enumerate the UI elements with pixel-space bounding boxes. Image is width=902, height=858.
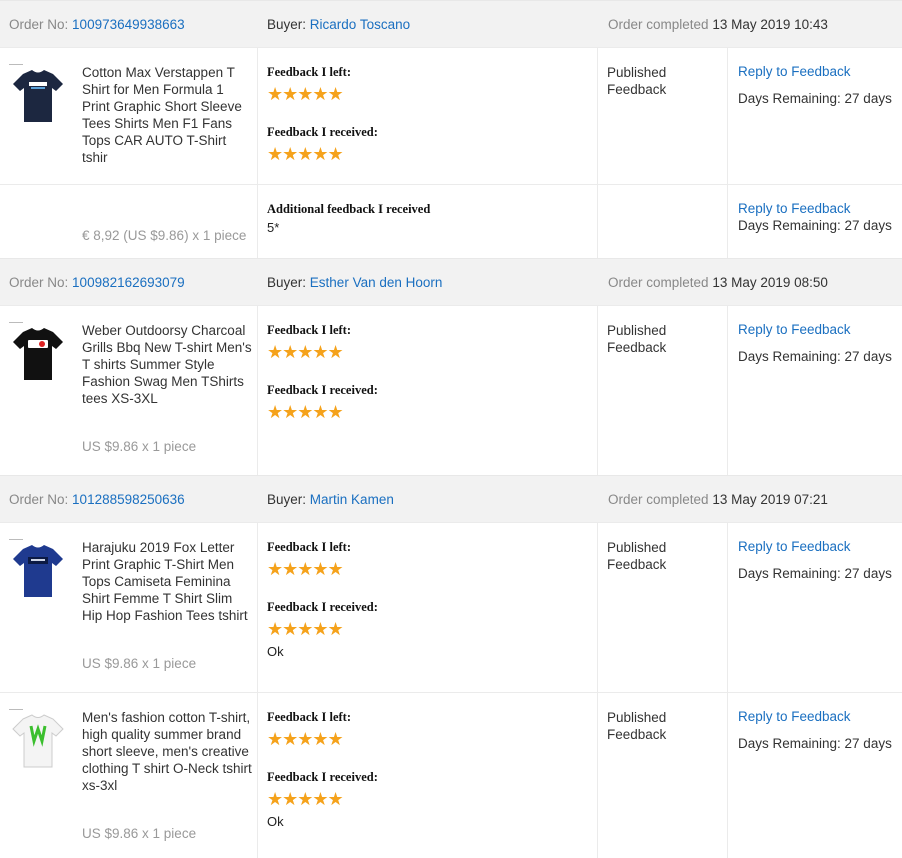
product-price: US $9.86 x 1 piece xyxy=(82,439,197,454)
order-number: Order No: 100982162693079 xyxy=(9,275,185,290)
feedback-status: Published Feedback xyxy=(607,65,667,97)
feedback-received-stars: ★★★★★ xyxy=(267,144,344,164)
feedback-cell: Feedback I left: ★★★★★ Feedback I receiv… xyxy=(258,693,598,858)
product-thumbnail[interactable] xyxy=(9,709,67,773)
product-title[interactable]: Weber Outdoorsy Charcoal Grills Bbq New … xyxy=(82,322,254,407)
feedback-received-stars: ★★★★★ xyxy=(267,402,344,422)
status-cell: Published Feedback xyxy=(598,306,728,475)
feedback-status: Published Feedback xyxy=(607,540,667,572)
product-title[interactable]: Cotton Max Verstappen T Shirt for Men Fo… xyxy=(82,64,254,166)
product-title[interactable]: Harajuku 2019 Fox Letter Print Graphic T… xyxy=(82,539,254,624)
feedback-received-stars: ★★★★★ xyxy=(267,789,344,809)
buyer: Buyer: Martin Kamen xyxy=(267,492,394,507)
action-cell: Reply to Feedback Days Remaining: 27 day… xyxy=(728,185,902,258)
action-cell: Reply to Feedback Days Remaining: 27 day… xyxy=(728,693,902,858)
status-cell: Published Feedback xyxy=(598,693,728,858)
status-cell: Published Feedback xyxy=(598,48,728,184)
reply-to-feedback-link[interactable]: Reply to Feedback xyxy=(738,201,851,216)
status-cell xyxy=(598,185,728,258)
feedback-left-label: Feedback I left: xyxy=(267,710,352,724)
reply-to-feedback-link[interactable]: Reply to Feedback xyxy=(738,322,851,337)
order-item-row: Weber Outdoorsy Charcoal Grills Bbq New … xyxy=(0,305,902,475)
additional-feedback-label: Additional feedback I received xyxy=(267,202,431,216)
buyer-link[interactable]: Esther Van den Hoorn xyxy=(310,275,443,290)
buyer: Buyer: Esther Van den Hoorn xyxy=(267,275,443,290)
reply-to-feedback-link[interactable]: Reply to Feedback xyxy=(738,709,851,724)
feedback-left-label: Feedback I left: xyxy=(267,65,352,79)
feedback-cell: Feedback I left: ★★★★★ Feedback I receiv… xyxy=(258,523,598,692)
feedback-left-label: Feedback I left: xyxy=(267,540,352,554)
product-cell: Men's fashion cotton T-shirt, high quali… xyxy=(0,693,258,858)
days-remaining: Days Remaining: 27 days xyxy=(738,218,892,233)
additional-feedback-cell: Additional feedback I received 5* xyxy=(258,185,598,258)
product-thumbnail[interactable] xyxy=(9,64,67,128)
feedback-left-stars: ★★★★★ xyxy=(267,84,344,104)
days-remaining: Days Remaining: 27 days xyxy=(738,736,892,751)
additional-feedback-text: 5* xyxy=(267,220,280,235)
order-number-link[interactable]: 100982162693079 xyxy=(72,275,185,290)
order-header: Order No: 101288598250636 Buyer: Martin … xyxy=(0,475,902,522)
order-header: Order No: 100982162693079 Buyer: Esther … xyxy=(0,258,902,305)
feedback-received-label: Feedback I received: xyxy=(267,600,378,614)
feedback-left-stars: ★★★★★ xyxy=(267,729,344,749)
action-cell: Reply to Feedback Days Remaining: 27 day… xyxy=(728,48,902,184)
reply-to-feedback-link[interactable]: Reply to Feedback xyxy=(738,539,851,554)
feedback-cell: Feedback I left: ★★★★★ Feedback I receiv… xyxy=(258,306,598,475)
days-remaining: Days Remaining: 27 days xyxy=(738,91,892,106)
feedback-cell: Feedback I left: ★★★★★ Feedback I receiv… xyxy=(258,48,598,184)
order-item-row: Harajuku 2019 Fox Letter Print Graphic T… xyxy=(0,522,902,692)
feedback-received-label: Feedback I received: xyxy=(267,383,378,397)
product-thumbnail[interactable] xyxy=(9,539,67,603)
feedback-status: Published Feedback xyxy=(607,323,667,355)
order-item-row: Cotton Max Verstappen T Shirt for Men Fo… xyxy=(0,47,902,258)
feedback-left-stars: ★★★★★ xyxy=(267,342,344,362)
feedback-status: Published Feedback xyxy=(607,710,667,742)
action-cell: Reply to Feedback Days Remaining: 27 day… xyxy=(728,306,902,475)
buyer: Buyer: Ricardo Toscano xyxy=(267,17,411,32)
order-number: Order No: 101288598250636 xyxy=(9,492,185,507)
feedback-received-label: Feedback I received: xyxy=(267,125,378,139)
order-number: Order No: 100973649938663 xyxy=(9,17,185,32)
feedback-left-label: Feedback I left: xyxy=(267,323,352,337)
product-price: US $9.86 x 1 piece xyxy=(82,656,197,671)
days-remaining: Days Remaining: 27 days xyxy=(738,349,892,364)
feedback-received-comment: Ok xyxy=(267,814,284,829)
product-cell: Weber Outdoorsy Charcoal Grills Bbq New … xyxy=(0,306,258,475)
order-completed: Order completed 13 May 2019 07:21 xyxy=(608,492,828,507)
order-completed: Order completed 13 May 2019 10:43 xyxy=(608,17,828,32)
buyer-link[interactable]: Ricardo Toscano xyxy=(310,17,410,32)
additional-feedback-row: Additional feedback I received 5* Reply … xyxy=(0,184,902,258)
status-cell: Published Feedback xyxy=(598,523,728,692)
feedback-received-comment: Ok xyxy=(267,644,284,659)
product-thumbnail[interactable] xyxy=(9,322,67,386)
feedback-received-stars: ★★★★★ xyxy=(267,619,344,639)
product-cell: Harajuku 2019 Fox Letter Print Graphic T… xyxy=(0,523,258,692)
order-header: Order No: 100973649938663 Buyer: Ricardo… xyxy=(0,0,902,47)
product-price: US $9.86 x 1 piece xyxy=(82,826,197,841)
order-completed: Order completed 13 May 2019 08:50 xyxy=(608,275,828,290)
order-number-link[interactable]: 101288598250636 xyxy=(72,492,185,507)
days-remaining: Days Remaining: 27 days xyxy=(738,566,892,581)
action-cell: Reply to Feedback Days Remaining: 27 day… xyxy=(728,523,902,692)
feedback-received-label: Feedback I received: xyxy=(267,770,378,784)
buyer-link[interactable]: Martin Kamen xyxy=(310,492,394,507)
order-number-link[interactable]: 100973649938663 xyxy=(72,17,185,32)
order-item-row: Men's fashion cotton T-shirt, high quali… xyxy=(0,692,902,858)
reply-to-feedback-link[interactable]: Reply to Feedback xyxy=(738,64,851,79)
product-title[interactable]: Men's fashion cotton T-shirt, high quali… xyxy=(82,709,254,794)
feedback-left-stars: ★★★★★ xyxy=(267,559,344,579)
